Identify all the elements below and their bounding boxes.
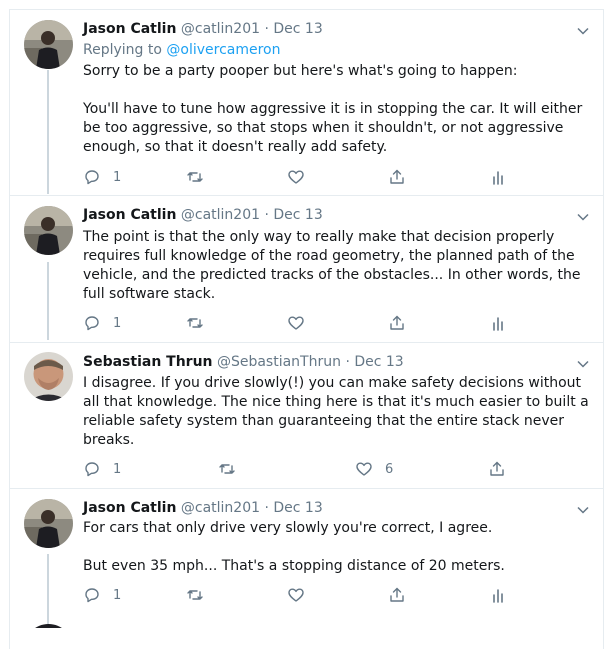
tweet[interactable]: Jason Catlin @catlin201 · Dec 13 For car… <box>10 489 604 628</box>
author-handle[interactable]: @SebastianThrun <box>217 354 341 370</box>
reply-prefix: Replying to <box>83 42 162 58</box>
like-button[interactable]: 6 <box>355 459 393 479</box>
avatar[interactable] <box>24 624 73 628</box>
share-icon <box>390 315 404 330</box>
reply-count: 1 <box>113 169 122 185</box>
tweet-actions: 1 6 <box>83 459 523 479</box>
share-icon <box>390 587 404 602</box>
author-name[interactable]: Jason Catlin <box>83 21 176 37</box>
tweet-header: Jason Catlin @catlin201 · Dec 13 <box>83 500 323 516</box>
tweet-actions: 1 <box>83 313 523 333</box>
avatar[interactable] <box>24 20 73 69</box>
tweet[interactable]: Jason Catlin @catlin201 · Dec 13 Replyin… <box>10 10 604 194</box>
chevron-down-icon[interactable] <box>576 357 590 371</box>
analytics-icon <box>493 317 503 331</box>
retweet-button[interactable] <box>186 167 216 187</box>
author-name[interactable]: Jason Catlin <box>83 500 176 516</box>
tweet-date[interactable]: Dec 13 <box>273 21 322 37</box>
share-button[interactable] <box>488 459 506 479</box>
tweet-header: Jason Catlin @catlin201 · Dec 13 <box>83 207 323 223</box>
reply-icon <box>85 462 99 477</box>
reply-icon <box>85 316 99 331</box>
reply-icon <box>85 170 99 185</box>
tweet-text: The point is that the only way to really… <box>83 228 593 304</box>
share-icon <box>490 461 504 476</box>
tweet-actions: 1 <box>83 167 523 187</box>
tweet[interactable]: Sebastian Thrun @SebastianThrun · Dec 13… <box>10 343 604 487</box>
tweet-date[interactable]: Dec 13 <box>273 207 322 223</box>
tweet-text: I disagree. If you drive slowly(!) you c… <box>83 374 593 450</box>
reply-icon <box>85 588 99 603</box>
reply-count: 1 <box>113 587 122 603</box>
like-button[interactable] <box>287 313 317 333</box>
analytics-button[interactable] <box>489 585 507 605</box>
heart-icon <box>356 462 372 476</box>
tweet-paragraph: For cars that only drive very slowly you… <box>83 520 493 536</box>
separator-dot: · <box>264 500 269 516</box>
replying-to: Replying to @olivercameron <box>83 42 281 58</box>
chevron-down-icon[interactable] <box>576 24 590 38</box>
reply-count: 1 <box>113 461 122 477</box>
retweet-icon <box>187 590 203 600</box>
tweet-paragraph: The point is that the only way to really… <box>83 229 581 302</box>
separator-dot: · <box>345 354 350 370</box>
avatar[interactable] <box>24 206 73 255</box>
like-button[interactable] <box>287 585 317 605</box>
share-button[interactable] <box>388 167 406 187</box>
chevron-down-icon[interactable] <box>576 210 590 224</box>
tweet-paragraph: I disagree. If you drive slowly(!) you c… <box>83 375 589 448</box>
tweet-date[interactable]: Dec 13 <box>273 500 322 516</box>
tweet-header: Sebastian Thrun @SebastianThrun · Dec 13 <box>83 354 404 370</box>
analytics-button[interactable] <box>489 313 507 333</box>
reply-to-link[interactable]: @olivercameron <box>166 42 280 58</box>
avatar[interactable] <box>24 499 73 548</box>
tweet-text: Sorry to be a party pooper but here's wh… <box>83 62 593 157</box>
tweet-date[interactable]: Dec 13 <box>354 354 403 370</box>
heart-icon <box>288 316 304 330</box>
reply-button[interactable]: 1 <box>83 167 121 187</box>
share-icon <box>390 169 404 184</box>
analytics-icon <box>493 171 503 185</box>
author-handle[interactable]: @catlin201 <box>181 500 260 516</box>
reply-button[interactable]: 1 <box>83 459 121 479</box>
retweet-button[interactable] <box>218 459 248 479</box>
author-name[interactable]: Sebastian Thrun <box>83 354 213 370</box>
reply-count: 1 <box>113 315 122 331</box>
tweet-paragraph: You'll have to tune how aggressive it is… <box>83 101 583 155</box>
heart-icon <box>288 170 304 184</box>
like-count: 6 <box>385 461 394 477</box>
retweet-icon <box>187 318 203 328</box>
author-handle[interactable]: @catlin201 <box>181 207 260 223</box>
share-button[interactable] <box>388 585 406 605</box>
analytics-button[interactable] <box>489 167 507 187</box>
analytics-icon <box>493 589 503 603</box>
retweet-icon <box>219 464 235 474</box>
author-name[interactable]: Jason Catlin <box>83 207 176 223</box>
retweet-icon <box>187 172 203 182</box>
tweet[interactable]: Jason Catlin @catlin201 · Dec 13 The poi… <box>10 196 604 342</box>
tweet-header: Jason Catlin @catlin201 · Dec 13 <box>83 21 323 37</box>
tweet-actions: 1 <box>83 585 523 605</box>
avatar[interactable] <box>24 352 73 401</box>
chevron-down-icon[interactable] <box>576 503 590 517</box>
retweet-button[interactable] <box>186 585 216 605</box>
separator-dot: · <box>264 207 269 223</box>
share-button[interactable] <box>388 313 406 333</box>
tweet-paragraph: Sorry to be a party pooper but here's wh… <box>83 63 518 79</box>
tweet-paragraph: But even 35 mph... That's a stopping dis… <box>83 558 505 574</box>
separator-dot: · <box>264 21 269 37</box>
like-button[interactable] <box>287 167 317 187</box>
retweet-button[interactable] <box>186 313 216 333</box>
tweet-text: For cars that only drive very slowly you… <box>83 519 593 576</box>
heart-icon <box>288 588 304 602</box>
reply-button[interactable]: 1 <box>83 313 121 333</box>
author-handle[interactable]: @catlin201 <box>181 21 260 37</box>
reply-button[interactable]: 1 <box>83 585 121 605</box>
